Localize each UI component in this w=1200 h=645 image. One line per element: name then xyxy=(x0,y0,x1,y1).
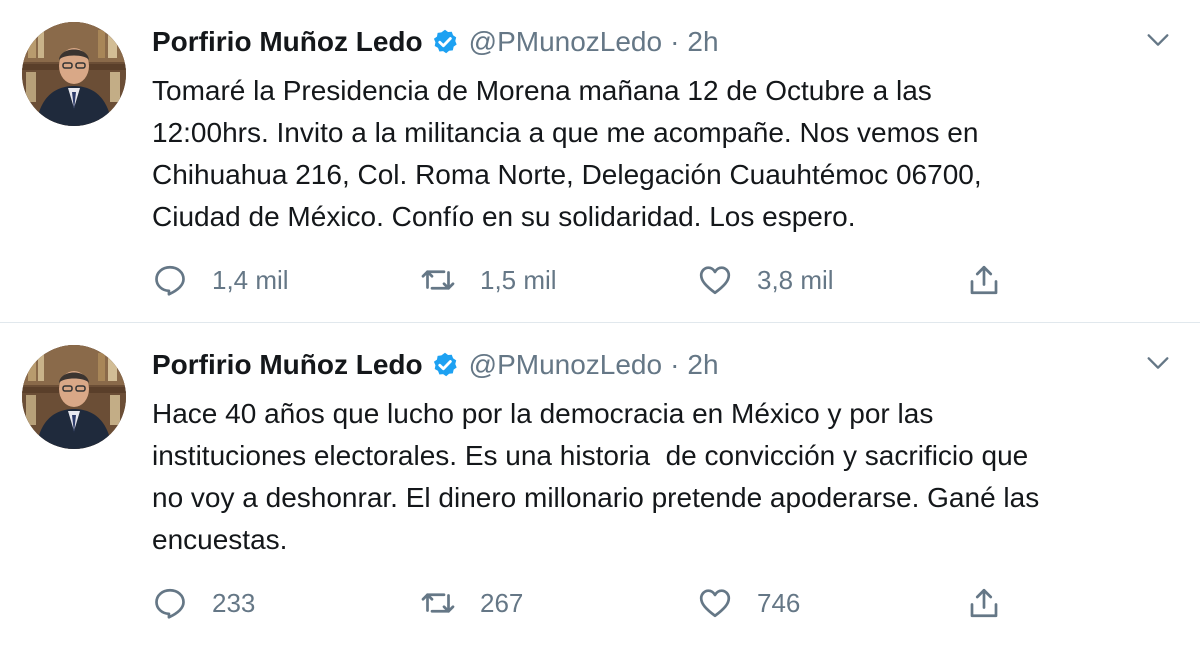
tweet-text: Tomaré la Presidencia de Morena mañana 1… xyxy=(152,75,982,232)
avatar[interactable] xyxy=(22,345,126,449)
share-icon xyxy=(966,262,1002,298)
retweet-icon xyxy=(420,585,456,621)
timestamp[interactable]: 2h xyxy=(687,349,718,381)
like-icon xyxy=(697,262,733,298)
avatar[interactable] xyxy=(22,22,126,126)
reply-count: 1,4 mil xyxy=(212,264,289,295)
handle[interactable]: @PMunozLedo xyxy=(469,349,662,381)
retweet-count: 267 xyxy=(480,587,524,618)
display-name[interactable]: Porfirio Muñoz Ledo xyxy=(152,349,423,381)
display-name[interactable]: Porfirio Muñoz Ledo xyxy=(152,26,423,58)
separator-dot: · xyxy=(670,349,680,380)
chevron-down-icon[interactable] xyxy=(1144,26,1172,54)
like-count: 746 xyxy=(757,587,801,618)
retweet-button[interactable]: 267 xyxy=(420,581,523,625)
reply-icon xyxy=(152,585,188,621)
tweet-actions: 1,4 mil 1,5 mil 3,8 mil xyxy=(152,258,1022,302)
reply-count: 233 xyxy=(212,587,256,618)
separator-dot: · xyxy=(670,26,680,57)
tweet[interactable]: Porfirio Muñoz Ledo @PMunozLedo · 2h Hac… xyxy=(0,323,1200,645)
share-button[interactable] xyxy=(966,581,1002,625)
verified-badge-icon xyxy=(431,351,459,379)
tweet-header: Porfirio Muñoz Ledo @PMunozLedo · 2h xyxy=(152,345,719,385)
share-button[interactable] xyxy=(966,258,1002,302)
handle[interactable]: @PMunozLedo xyxy=(469,26,662,58)
retweet-count: 1,5 mil xyxy=(480,264,557,295)
reply-button[interactable]: 1,4 mil xyxy=(152,258,289,302)
share-icon xyxy=(966,585,1002,621)
like-icon xyxy=(697,585,733,621)
verified-badge-icon xyxy=(431,28,459,56)
chevron-down-icon[interactable] xyxy=(1144,349,1172,377)
tweet-header: Porfirio Muñoz Ledo @PMunozLedo · 2h xyxy=(152,22,719,62)
like-button[interactable]: 746 xyxy=(697,581,800,625)
timeline: Porfirio Muñoz Ledo @PMunozLedo · 2h Tom… xyxy=(0,0,1200,645)
reply-button[interactable]: 233 xyxy=(152,581,255,625)
retweet-icon xyxy=(420,262,456,298)
tweet-actions: 233 267 746 xyxy=(152,581,1022,625)
like-button[interactable]: 3,8 mil xyxy=(697,258,834,302)
like-count: 3,8 mil xyxy=(757,264,834,295)
tweet[interactable]: Porfirio Muñoz Ledo @PMunozLedo · 2h Tom… xyxy=(0,0,1200,323)
tweet-text: Hace 40 años que lucho por la democracia… xyxy=(152,398,1040,555)
timestamp[interactable]: 2h xyxy=(687,26,718,58)
retweet-button[interactable]: 1,5 mil xyxy=(420,258,557,302)
reply-icon xyxy=(152,262,188,298)
